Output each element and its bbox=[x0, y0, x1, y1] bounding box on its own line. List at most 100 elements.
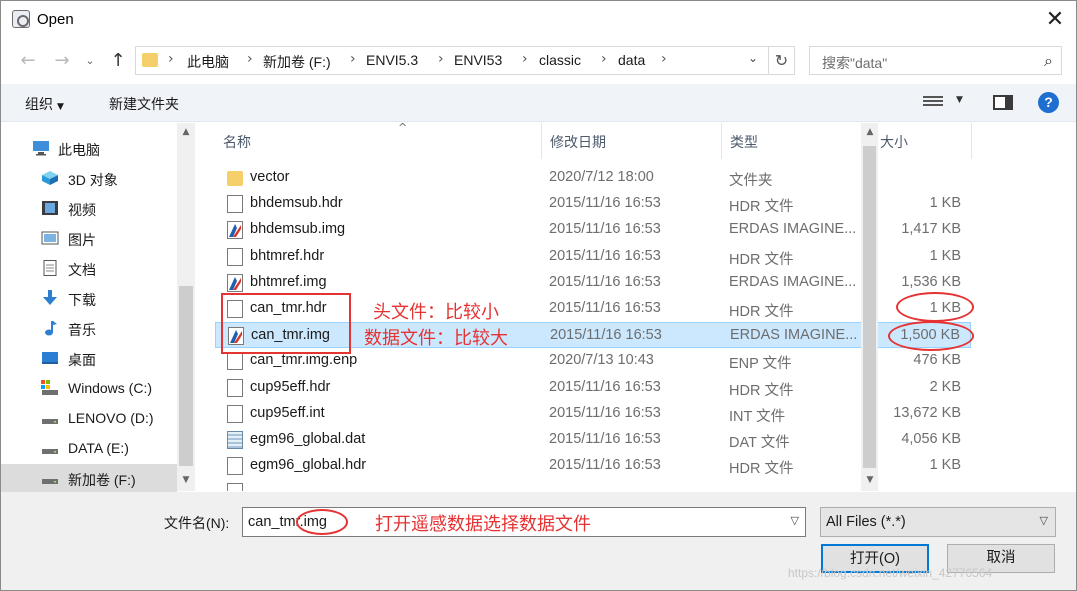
search-icon[interactable]: ⌕ bbox=[1044, 51, 1053, 71]
chevron-down-icon: ▼ bbox=[57, 102, 64, 112]
drive-icon bbox=[41, 380, 58, 395]
breadcrumb-item[interactable]: classic bbox=[539, 52, 581, 68]
file-row[interactable]: cup95eff.hdr 2015/11/16 16:53 HDR 文件 2 KB bbox=[215, 375, 971, 401]
column-header-type[interactable]: 类型 bbox=[730, 123, 758, 159]
chevron-down-icon[interactable]: ▼ bbox=[956, 95, 963, 105]
help-icon[interactable]: ? bbox=[1038, 92, 1059, 113]
refresh-icon[interactable]: ↻ bbox=[769, 46, 795, 75]
file-date: 2015/11/16 16:53 bbox=[549, 273, 661, 290]
chevron-down-icon[interactable]: ▽ bbox=[791, 514, 799, 527]
breadcrumb-item[interactable]: ENVI5.3 bbox=[366, 52, 418, 68]
up-arrow-icon[interactable]: ↑ bbox=[105, 48, 131, 74]
view-options-icon[interactable] bbox=[923, 94, 943, 110]
file-list-scrollbar[interactable]: ▲ ▼ bbox=[861, 123, 878, 491]
file-name: cup95eff.hdr bbox=[250, 378, 331, 395]
filename-label: 文件名(N): bbox=[164, 515, 230, 531]
breadcrumb-item[interactable]: ENVI53 bbox=[454, 52, 502, 68]
organize-button[interactable]: 组织 ▼ bbox=[25, 94, 64, 114]
organize-label: 组织 bbox=[25, 96, 53, 112]
search-input[interactable]: 搜索"data" ⌕ bbox=[809, 46, 1062, 75]
file-type: HDR 文件 bbox=[729, 251, 794, 268]
file-name: egm96_global.dat bbox=[250, 431, 366, 447]
column-divider[interactable] bbox=[721, 123, 722, 159]
sidebar-item-drive-c[interactable]: Windows (C:) bbox=[1, 374, 177, 403]
sidebar-item-drive-e[interactable]: DATA (E:) bbox=[1, 434, 177, 463]
file-type-select[interactable]: All Files (*.*) ▽ bbox=[820, 507, 1056, 537]
new-folder-button[interactable]: 新建文件夹 bbox=[109, 94, 179, 114]
file-size: 1,536 KB bbox=[901, 273, 961, 290]
column-header-date[interactable]: 修改日期 bbox=[550, 123, 606, 159]
sidebar-item-label: 3D 对象 bbox=[68, 172, 118, 188]
sidebar-item-videos[interactable]: 视频 bbox=[1, 194, 177, 223]
column-header-name[interactable]: 名称 ^ bbox=[223, 123, 407, 159]
scrollbar-thumb[interactable] bbox=[863, 146, 876, 468]
file-row[interactable]: egm96_global.hdr 2015/11/16 16:53 HDR 文件 1 … bbox=[215, 453, 971, 479]
chevron-down-icon[interactable]: ▽ bbox=[1040, 514, 1048, 527]
file-row[interactable]: vector 2020/7/12 18:00 文件夹 bbox=[215, 165, 971, 191]
file-row[interactable]: bhdemsub.hdr 2015/11/16 16:53 HDR 文件 1 KB bbox=[215, 191, 971, 217]
file-type: ERDAS IMAGINE... bbox=[729, 273, 857, 290]
breadcrumb-separator-icon: › bbox=[350, 51, 356, 67]
file-date: 2015/11/16 16:53 bbox=[549, 457, 661, 474]
address-dropdown-icon[interactable]: ⌄ bbox=[748, 51, 758, 65]
file-size: 1 KB bbox=[929, 247, 961, 264]
annotation-data-note: 数据文件：比较大 bbox=[364, 328, 508, 349]
file-name: bhtmref.hdr bbox=[250, 247, 325, 264]
forward-arrow-icon[interactable]: → bbox=[49, 48, 75, 74]
column-divider[interactable] bbox=[971, 123, 972, 159]
sidebar-item-this-pc[interactable]: 此电脑 bbox=[1, 134, 177, 163]
file-row[interactable]: egm96_global.dat 2015/11/16 16:53 DAT 文件 4,… bbox=[215, 427, 971, 453]
file-type: HDR 文件 bbox=[729, 382, 794, 399]
file-date: 2015/11/16 16:53 bbox=[549, 247, 661, 264]
column-header-size[interactable]: 大小 bbox=[880, 123, 908, 159]
file-type: DAT 文件 bbox=[729, 435, 790, 451]
annotation-open-note: 打开遥感数据选择数据文件 bbox=[375, 514, 591, 535]
sidebar-item-label: DATA (E:) bbox=[68, 440, 129, 456]
scroll-up-icon[interactable]: ▲ bbox=[179, 127, 193, 137]
file-row[interactable]: bhdemsub.img 2015/11/16 16:53 ERDAS IMAGIN… bbox=[215, 217, 971, 243]
close-icon[interactable]: ✕ bbox=[1041, 7, 1069, 33]
file-date: 2020/7/12 18:00 bbox=[549, 169, 654, 185]
breadcrumb-separator-icon: › bbox=[247, 51, 253, 67]
title-bar: Open ✕ bbox=[1, 1, 1076, 39]
back-arrow-icon[interactable]: ← bbox=[15, 48, 41, 74]
file-row[interactable]: bhtmref.hdr 2015/11/16 16:53 HDR 文件 1 KB bbox=[215, 244, 971, 270]
sidebar-scrollbar[interactable]: ▲ ▼ bbox=[177, 123, 195, 491]
sidebar-item-label: 图片 bbox=[68, 232, 96, 248]
sidebar-item-label: 此电脑 bbox=[58, 142, 100, 158]
sidebar-item-3d-objects[interactable]: 3D 对象 bbox=[1, 164, 177, 193]
scroll-down-icon[interactable]: ▼ bbox=[179, 475, 193, 485]
sidebar-item-pictures[interactable]: 图片 bbox=[1, 224, 177, 253]
breadcrumb-item[interactable]: 此电脑 bbox=[187, 52, 229, 72]
sidebar-item-desktop[interactable]: 桌面 bbox=[1, 344, 177, 373]
preview-pane-icon[interactable] bbox=[993, 95, 1013, 110]
file-name: egm96_global.hdr bbox=[250, 457, 367, 474]
sidebar-item-documents[interactable]: 文档 bbox=[1, 254, 177, 283]
sidebar-item-label: LENOVO (D:) bbox=[68, 410, 154, 426]
file-type-value: All Files (*.*) bbox=[826, 514, 906, 530]
file-icon bbox=[227, 378, 243, 397]
scrollbar-thumb[interactable] bbox=[179, 286, 193, 466]
address-bar[interactable]: › 此电脑 › 新加卷 (F:) › ENVI5.3 › ENVI53 › cl… bbox=[135, 46, 769, 75]
breadcrumb-item[interactable]: 新加卷 (F:) bbox=[263, 52, 331, 72]
file-row[interactable]: bhtmref.img 2015/11/16 16:53 ERDAS IMAGINE… bbox=[215, 270, 971, 296]
annotation-header-note: 头文件：比较小 bbox=[373, 302, 499, 323]
file-row[interactable] bbox=[215, 479, 971, 491]
scroll-down-icon[interactable]: ▼ bbox=[863, 475, 877, 485]
sidebar-item-drive-d[interactable]: LENOVO (D:) bbox=[1, 404, 177, 433]
breadcrumb-item[interactable]: data bbox=[618, 52, 645, 68]
column-divider[interactable] bbox=[541, 123, 542, 159]
sidebar-item-label: 音乐 bbox=[68, 322, 96, 338]
watermark: https://blog.csdn.net/weixin_42776564 bbox=[788, 566, 993, 580]
sidebar-item-label: Windows (C:) bbox=[68, 380, 153, 396]
file-size: 13,672 KB bbox=[893, 404, 961, 421]
annotation-box bbox=[221, 293, 351, 354]
scroll-up-icon[interactable]: ▲ bbox=[863, 127, 877, 137]
sidebar-item-downloads[interactable]: 下载 bbox=[1, 284, 177, 313]
file-size: 4,056 KB bbox=[901, 431, 961, 447]
recent-locations-chevron-icon[interactable]: ⌄ bbox=[77, 48, 103, 74]
file-row[interactable]: cup95eff.int 2015/11/16 16:53 INT 文件 13,672… bbox=[215, 401, 971, 427]
sidebar-item-music[interactable]: 音乐 bbox=[1, 314, 177, 343]
sidebar-item-label: 新加卷 (F:) bbox=[68, 472, 136, 488]
sidebar-item-drive-f[interactable]: 新加卷 (F:) bbox=[1, 464, 177, 493]
